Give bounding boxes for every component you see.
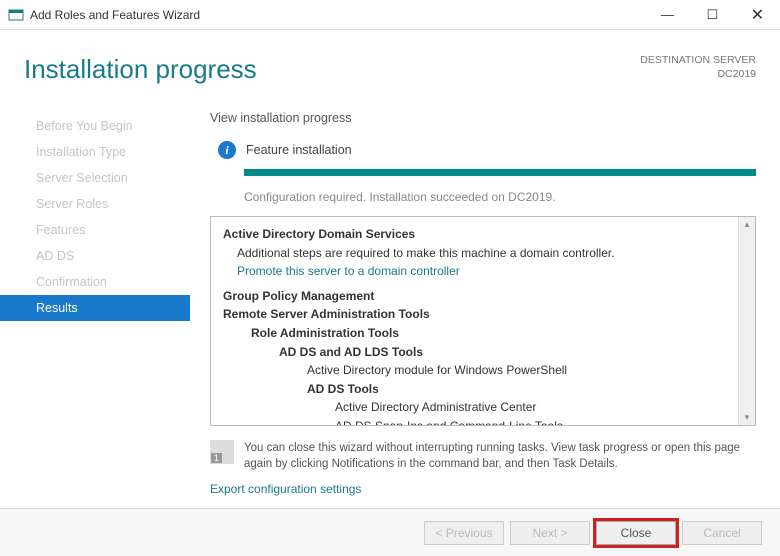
- minimize-button[interactable]: —: [645, 0, 690, 30]
- results-box: Active Directory Domain Services Additio…: [210, 216, 756, 426]
- feature-rsat: Remote Server Administration Tools: [223, 305, 731, 324]
- previous-button: < Previous: [424, 521, 504, 545]
- sidebar-item-confirmation: Confirmation: [0, 269, 190, 295]
- config-required-text: Configuration required. Installation suc…: [244, 190, 756, 204]
- status-text: Feature installation: [246, 143, 352, 157]
- feature-adlds: AD DS and AD LDS Tools: [223, 343, 731, 362]
- info-icon: i: [218, 141, 236, 159]
- window-close-button[interactable]: ✕: [735, 0, 780, 30]
- destination-server: DESTINATION SERVER DC2019: [640, 54, 756, 81]
- adds-message: Additional steps are required to make th…: [223, 244, 731, 263]
- sidebar-item-ad-ds: AD DS: [0, 243, 190, 269]
- header: Installation progress DESTINATION SERVER…: [0, 30, 780, 93]
- page-title: Installation progress: [24, 54, 257, 85]
- scrollbar[interactable]: ▴ ▾: [738, 217, 755, 425]
- sidebar-item-server-roles: Server Roles: [0, 191, 190, 217]
- sidebar-item-before-you-begin: Before You Begin: [0, 113, 190, 139]
- feature-adds: Active Directory Domain Services: [223, 225, 731, 244]
- wizard-sidebar: Before You Begin Installation Type Serve…: [0, 105, 190, 498]
- window-title: Add Roles and Features Wizard: [30, 8, 200, 22]
- main-panel: View installation progress i Feature ins…: [190, 105, 780, 498]
- export-settings-link[interactable]: Export configuration settings: [210, 482, 361, 496]
- sidebar-item-results[interactable]: Results: [0, 295, 190, 321]
- app-icon: [8, 7, 24, 23]
- close-button[interactable]: Close: [596, 521, 676, 545]
- sidebar-item-installation-type: Installation Type: [0, 139, 190, 165]
- progress-bar: [244, 169, 756, 176]
- promote-link[interactable]: Promote this server to a domain controll…: [223, 262, 731, 281]
- view-progress-label: View installation progress: [210, 111, 756, 125]
- feature-gpm: Group Policy Management: [223, 287, 731, 306]
- scroll-up-icon[interactable]: ▴: [745, 217, 750, 232]
- feature-snapins: AD DS Snap-Ins and Command-Line Tools: [223, 417, 731, 426]
- feature-addstools: AD DS Tools: [223, 380, 731, 399]
- scroll-down-icon[interactable]: ▾: [745, 410, 750, 425]
- sidebar-item-features: Features: [0, 217, 190, 243]
- sidebar-item-server-selection: Server Selection: [0, 165, 190, 191]
- hint-text: You can close this wizard without interr…: [244, 440, 756, 472]
- footer: < Previous Next > Close Cancel: [0, 508, 780, 556]
- titlebar: Add Roles and Features Wizard — ☐ ✕: [0, 0, 780, 30]
- flag-icon: 1: [210, 440, 234, 464]
- next-button: Next >: [510, 521, 590, 545]
- maximize-button[interactable]: ☐: [690, 0, 735, 30]
- cancel-button: Cancel: [682, 521, 762, 545]
- feature-rat: Role Administration Tools: [223, 324, 731, 343]
- feature-adac: Active Directory Administrative Center: [223, 398, 731, 417]
- feature-admodule: Active Directory module for Windows Powe…: [223, 361, 731, 380]
